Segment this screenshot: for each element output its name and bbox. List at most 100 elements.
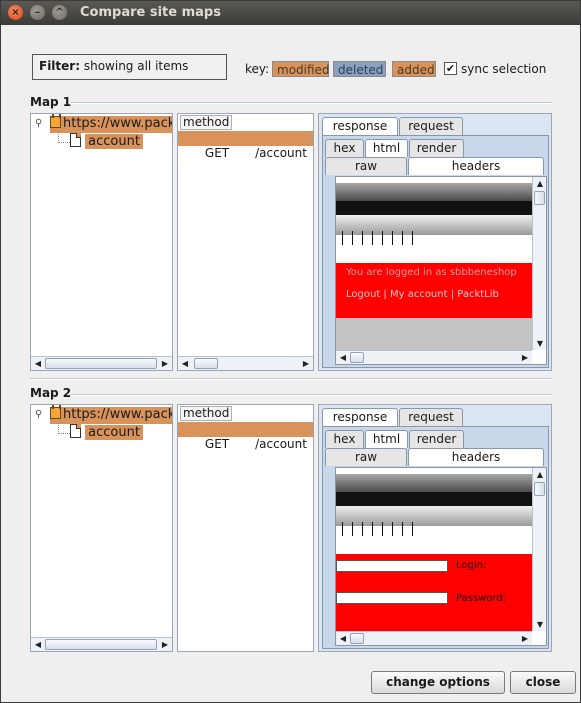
- maps-divider[interactable]: [30, 378, 552, 380]
- row-path: /account: [255, 146, 307, 160]
- map2-tree-host-label: https://www.packt: [63, 407, 173, 422]
- map2-list-row[interactable]: GET/account: [178, 422, 313, 451]
- tab-hex[interactable]: hex: [325, 139, 364, 157]
- scroll-right-icon[interactable]: ▶: [158, 357, 172, 370]
- expander-icon[interactable]: ⚲: [35, 409, 42, 420]
- tab-render[interactable]: render: [409, 430, 464, 448]
- document-icon: [70, 424, 81, 438]
- tree-connector: [58, 423, 70, 434]
- scroll-left-icon[interactable]: ◀: [178, 357, 192, 370]
- expander-icon[interactable]: ⚲: [35, 118, 42, 129]
- scroll-left-icon[interactable]: ◀: [336, 351, 350, 364]
- map2-render-vscroll[interactable]: ▲ ▼: [532, 468, 546, 631]
- page-login-panel: Login: Password:: [336, 554, 532, 631]
- scroll-left-icon[interactable]: ◀: [336, 632, 350, 645]
- lock-icon: [50, 405, 61, 419]
- close-icon[interactable]: ×: [8, 5, 23, 20]
- compare-site-maps-window: × – ^ Compare site maps Filter: showing …: [0, 0, 581, 703]
- scroll-thumb[interactable]: [45, 358, 157, 369]
- scroll-left-icon[interactable]: ◀: [31, 638, 45, 651]
- sync-selection-checkbox[interactable]: ✔: [444, 62, 457, 75]
- scroll-up-icon[interactable]: ▲: [533, 177, 546, 190]
- page-header-band: [336, 474, 532, 492]
- scroll-right-icon[interactable]: ▶: [299, 357, 313, 370]
- scroll-down-icon[interactable]: ▼: [533, 337, 546, 350]
- map1-tree-child[interactable]: account: [70, 133, 143, 150]
- row-method: GET: [204, 146, 230, 160]
- map2-column-method[interactable]: method: [180, 406, 233, 421]
- title-bar: × – ^ Compare site maps: [1, 1, 580, 25]
- scroll-thumb[interactable]: [534, 482, 545, 496]
- map2-viewer: response request hex html render raw hea…: [318, 404, 552, 652]
- map1-tree-hscroll[interactable]: ◀ ▶: [31, 356, 172, 370]
- page-logged-in-text: You are logged in as sbbbeneshop: [346, 267, 517, 278]
- map2-request-list[interactable]: method GET/account: [177, 404, 314, 652]
- map1-render-vscroll[interactable]: ▲ ▼: [532, 177, 546, 350]
- tab-headers[interactable]: headers: [408, 448, 544, 466]
- map1-separator: [71, 102, 552, 104]
- tab-raw[interactable]: raw: [325, 157, 407, 175]
- map2-tree-pane[interactable]: ⚲ https://www.packt account ◀ ▶: [30, 404, 173, 652]
- scroll-thumb[interactable]: [534, 191, 545, 205]
- map1-render-view[interactable]: You are logged in as sbbbeneshop Logout …: [335, 176, 547, 365]
- map2-render-hscroll[interactable]: ◀ ▶: [336, 631, 532, 645]
- sync-selection-label: sync selection: [461, 62, 547, 76]
- scroll-up-icon[interactable]: ▲: [533, 468, 546, 481]
- tab-raw[interactable]: raw: [325, 448, 407, 466]
- scroll-thumb[interactable]: [45, 639, 157, 650]
- map2-tree-host[interactable]: https://www.packt: [50, 405, 173, 424]
- row-method: GET: [204, 437, 230, 451]
- map2-render-view[interactable]: Login: Password: ▲ ▼ ◀ ▶: [335, 467, 547, 646]
- lock-icon: [50, 114, 61, 128]
- map1-rendered-page: You are logged in as sbbbeneshop Logout …: [336, 177, 532, 350]
- map1-list-row[interactable]: GET/account: [178, 131, 313, 160]
- minimize-icon[interactable]: –: [30, 5, 45, 20]
- map1-list-hscroll[interactable]: ◀ ▶: [178, 356, 313, 370]
- tab-response[interactable]: response: [322, 117, 398, 135]
- map2-separator: [71, 394, 552, 396]
- page-nav-band: [336, 492, 532, 506]
- map1-tree-pane[interactable]: ⚲ https://www.packt account ◀ ▶: [30, 113, 173, 371]
- tab-response[interactable]: response: [322, 408, 398, 426]
- scroll-right-icon[interactable]: ▶: [518, 632, 532, 645]
- scroll-thumb[interactable]: [350, 633, 364, 644]
- map2-rendered-page: Login: Password:: [336, 468, 532, 631]
- maximize-icon[interactable]: ^: [52, 5, 67, 20]
- map1-render-hscroll[interactable]: ◀ ▶: [336, 350, 532, 364]
- page-password-label: Password:: [456, 593, 507, 604]
- map1-tree-host-label: https://www.packt: [63, 116, 173, 131]
- map1-column-method[interactable]: method: [180, 115, 233, 130]
- tab-request[interactable]: request: [399, 408, 463, 426]
- key-label: key:: [245, 62, 270, 76]
- tab-render[interactable]: render: [409, 139, 464, 157]
- map2-tree-child-label: account: [85, 425, 143, 440]
- filter-bar[interactable]: Filter: showing all items: [32, 54, 227, 80]
- tab-html[interactable]: html: [365, 430, 408, 448]
- map2-tree-hscroll[interactable]: ◀ ▶: [31, 637, 172, 651]
- tab-request[interactable]: request: [399, 117, 463, 135]
- map1-label: Map 1: [30, 95, 72, 109]
- map1-request-list[interactable]: method GET/account ◀ ▶: [177, 113, 314, 371]
- scroll-thumb[interactable]: [194, 358, 218, 369]
- map1-tree-host[interactable]: https://www.packt: [50, 114, 173, 133]
- tab-hex[interactable]: hex: [325, 430, 364, 448]
- filter-label: Filter:: [39, 59, 81, 73]
- tab-headers[interactable]: headers: [408, 157, 544, 175]
- map1-viewer: response request hex html render raw hea…: [318, 113, 552, 371]
- scroll-thumb[interactable]: [350, 352, 364, 363]
- key-added-badge: added: [392, 61, 436, 77]
- key-deleted-badge: deleted: [333, 61, 386, 77]
- close-button[interactable]: close: [510, 671, 576, 694]
- scroll-right-icon[interactable]: ▶: [158, 638, 172, 651]
- page-login-label: Login:: [456, 560, 487, 571]
- map2-tree-child[interactable]: account: [70, 424, 143, 441]
- tab-html[interactable]: html: [365, 139, 408, 157]
- scroll-left-icon[interactable]: ◀: [31, 357, 45, 370]
- scroll-right-icon[interactable]: ▶: [518, 351, 532, 364]
- page-nav-band: [336, 201, 532, 215]
- page-footer: [336, 318, 532, 350]
- scroll-down-icon[interactable]: ▼: [533, 618, 546, 631]
- filter-value: showing all items: [83, 59, 189, 73]
- tree-connector: [58, 132, 70, 143]
- change-options-button[interactable]: change options: [371, 671, 505, 694]
